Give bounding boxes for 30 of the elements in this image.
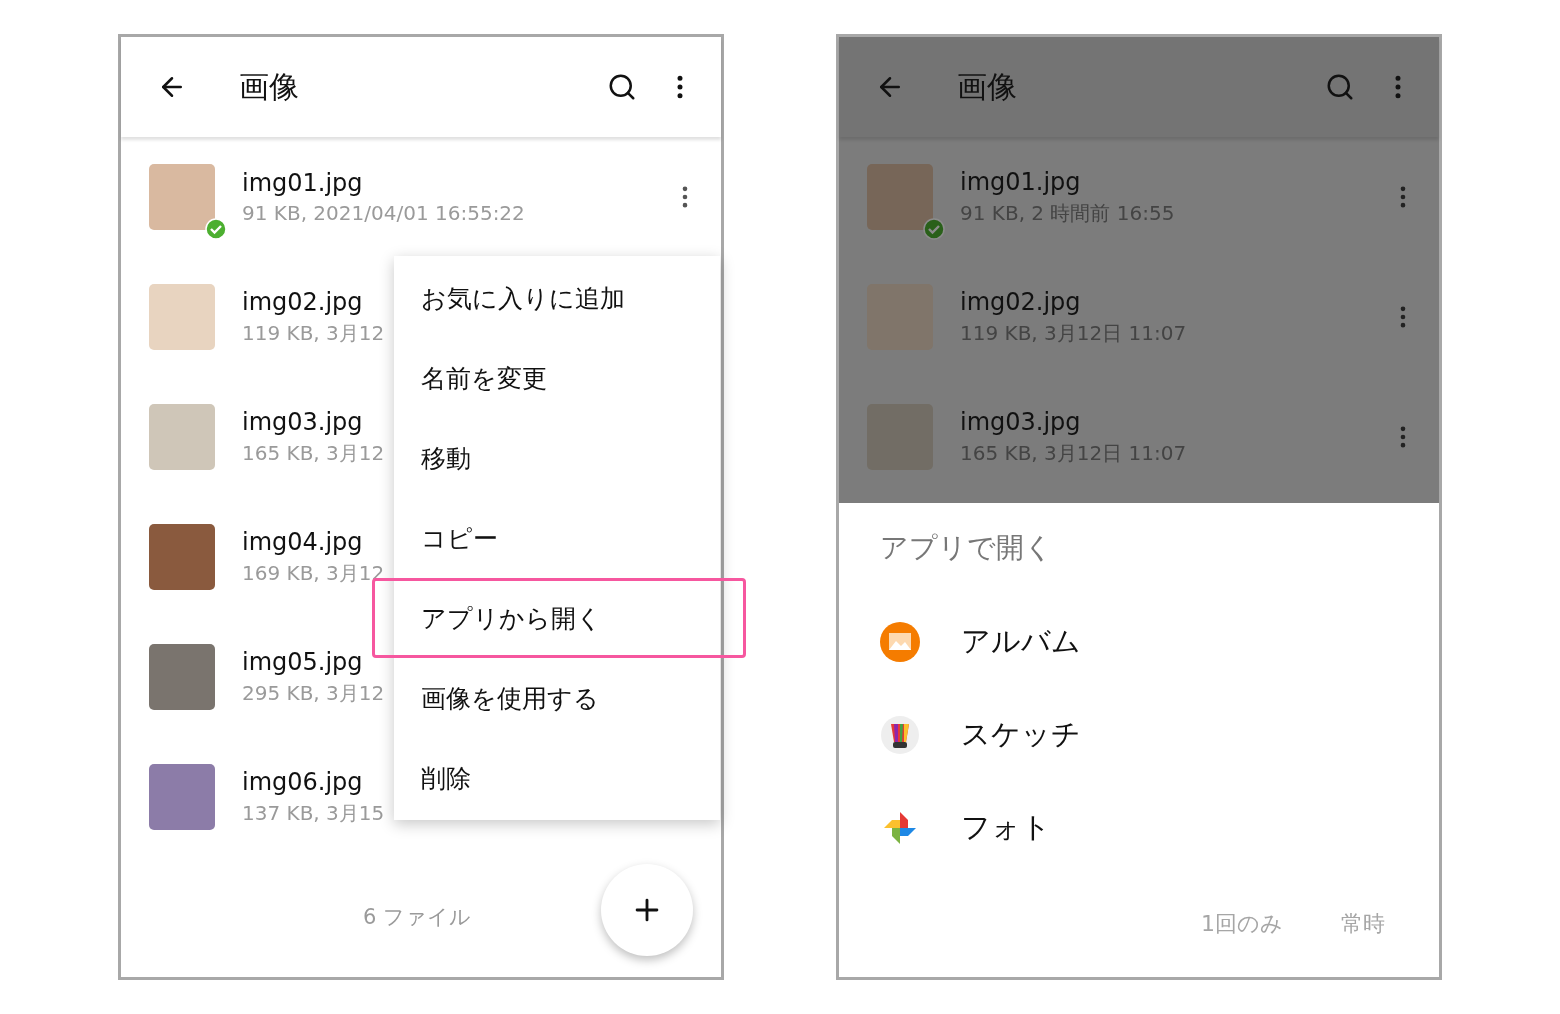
app-bar-title: 画像 — [239, 67, 300, 106]
file-details: 91 KB, 2021/04/01 16:55:22 — [242, 201, 525, 225]
file-name: img05.jpg — [242, 647, 363, 676]
menu-item[interactable]: 名前を変更 — [394, 338, 720, 418]
file-name: img01.jpg — [960, 167, 1081, 196]
file-details: 119 KB, 3月12日 11:07 — [960, 319, 1187, 347]
file-details: 165 KB, 3月12 — [242, 439, 385, 467]
menu-item[interactable]: 画像を使用する — [394, 658, 720, 738]
file-name: img02.jpg — [242, 287, 363, 316]
file-details: 165 KB, 3月12日 11:07 — [960, 439, 1187, 467]
file-details: 137 KB, 3月15 — [242, 799, 385, 827]
paint-brush-icon — [879, 713, 921, 756]
file-details: 91 KB, 2 時間前 16:55 — [960, 199, 1175, 227]
file-details: 295 KB, 3月12 — [242, 679, 385, 707]
app-bar-title: 画像 — [957, 67, 1018, 106]
file-name: img02.jpg — [960, 287, 1081, 316]
file-count: 6 ファイル — [362, 904, 471, 931]
sheet-title: アプリで開く — [880, 530, 1054, 566]
menu-item[interactable]: アプリから開く — [394, 578, 720, 658]
menu-item[interactable]: コピー — [394, 498, 720, 578]
file-name: img06.jpg — [242, 767, 363, 796]
file-name: img03.jpg — [242, 407, 363, 436]
file-details: 119 KB, 3月12 — [242, 319, 385, 347]
file-name: img01.jpg — [242, 169, 363, 197]
file-name: img03.jpg — [960, 407, 1081, 436]
menu-item[interactable]: 削除 — [394, 738, 720, 818]
file-name: img04.jpg — [242, 527, 363, 556]
gallery-icon — [879, 620, 921, 663]
menu-item[interactable]: 移動 — [394, 418, 720, 498]
menu-item[interactable]: お気に入りに追加 — [394, 258, 720, 338]
